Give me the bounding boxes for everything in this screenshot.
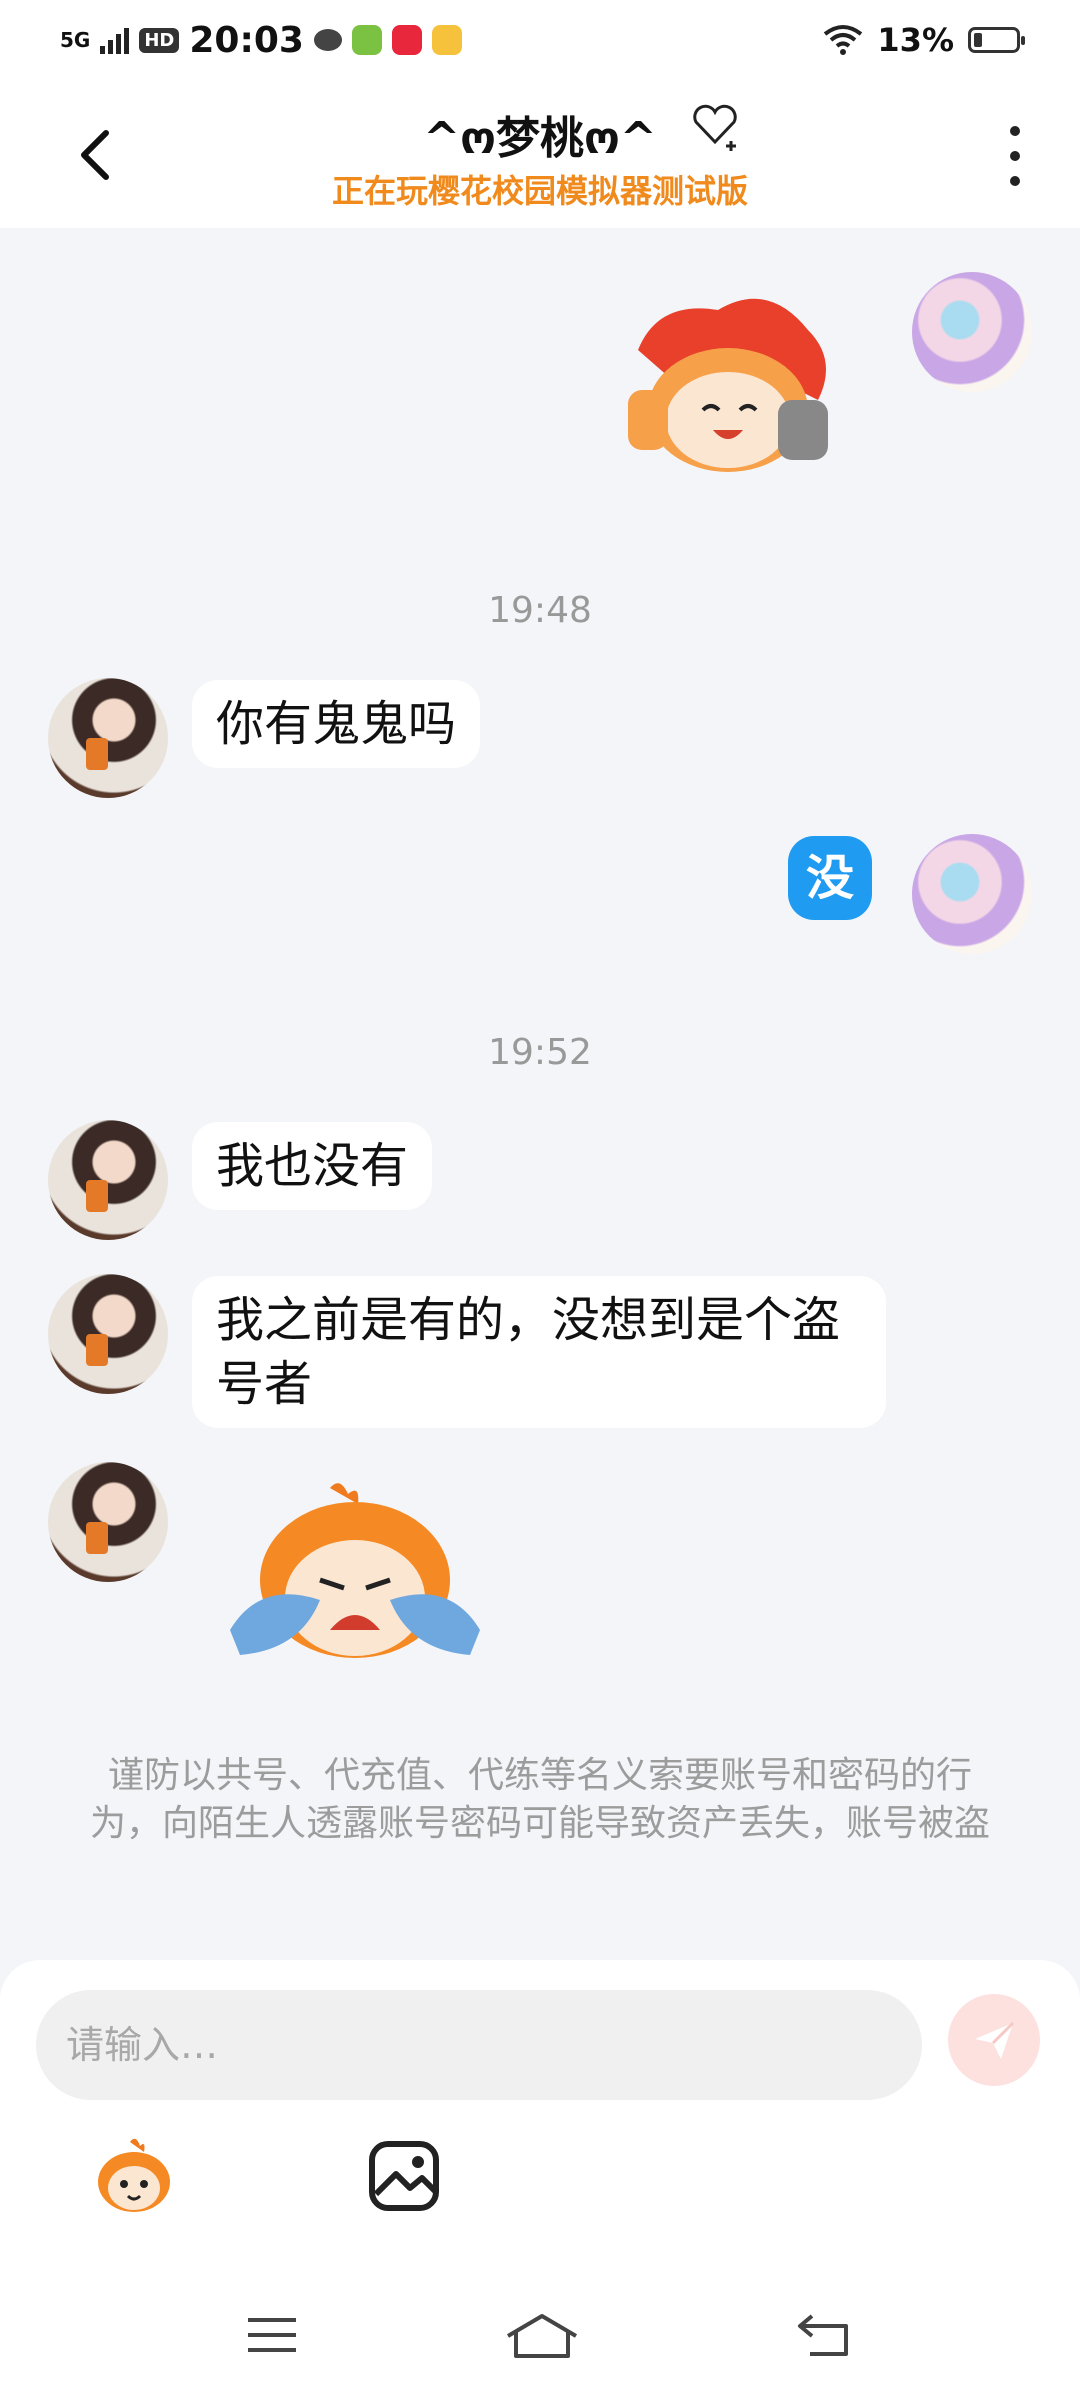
contact-avatar[interactable] (48, 1462, 168, 1582)
status-right: 13% (823, 18, 1025, 62)
contact-avatar[interactable] (48, 1120, 168, 1240)
network-type: 5G (60, 28, 91, 52)
app-notification-icon (351, 25, 382, 55)
contact-name: ^ო梦桃ო^ (423, 113, 657, 164)
message-input[interactable] (36, 1990, 922, 2100)
message-bubble-received: 我之前是有的，没想到是个盗号者 (192, 1276, 886, 1428)
menu-icon[interactable] (242, 2310, 302, 2360)
more-icon[interactable] (1000, 126, 1030, 186)
heart-icon[interactable] (690, 102, 740, 158)
crying-character-sticker (230, 1483, 480, 1658)
signal-icon (100, 26, 130, 54)
cloud-icon (313, 29, 342, 51)
contact-status: 正在玩樱花校园模拟器测试版 (331, 172, 748, 210)
wifi-icon (824, 25, 863, 55)
message-bubble-received: 你有鬼鬼吗 (192, 680, 481, 768)
contact-avatar[interactable] (48, 1274, 168, 1394)
contact-avatar[interactable] (48, 678, 168, 798)
security-warning: 谨防以共号、代充值、代练等名义索要账号和密码的行为，向陌生人透露账号密码可能导致… (90, 1755, 991, 1844)
my-avatar[interactable] (912, 272, 1032, 392)
emoji-sticker-icon[interactable] (92, 2136, 176, 2220)
image-icon[interactable] (364, 2136, 448, 2220)
battery-percent: 13% (877, 21, 954, 59)
app-notification-icon (391, 25, 422, 55)
status-left: 5G HD 20:03 (60, 18, 462, 62)
status-bar: 5G HD 20:03 13% (0, 0, 1080, 80)
my-avatar[interactable] (912, 834, 1032, 954)
chat-header: ^ო梦桃ო^ 正在玩樱花校园模拟器测试版 (0, 80, 1080, 228)
send-icon (975, 2021, 1015, 2059)
status-time: 20:03 (189, 19, 304, 61)
back-nav-icon[interactable] (794, 2310, 854, 2360)
message-bubble-received: 我也没有 (192, 1122, 433, 1210)
hd-badge: HD (139, 27, 180, 53)
timestamp: 19:52 (488, 1032, 592, 1073)
system-navbar (0, 2290, 1080, 2380)
message-bubble-sent: 没 (788, 836, 873, 920)
sticker-message[interactable] (220, 1480, 490, 1670)
happy-character-sticker (628, 298, 828, 472)
timestamp: 19:48 (488, 590, 592, 631)
battery-icon (968, 27, 1025, 53)
home-icon[interactable] (502, 2310, 582, 2360)
app-notification-icon (431, 25, 462, 55)
send-button[interactable] (948, 1994, 1040, 2086)
sticker-message[interactable] (618, 290, 848, 480)
